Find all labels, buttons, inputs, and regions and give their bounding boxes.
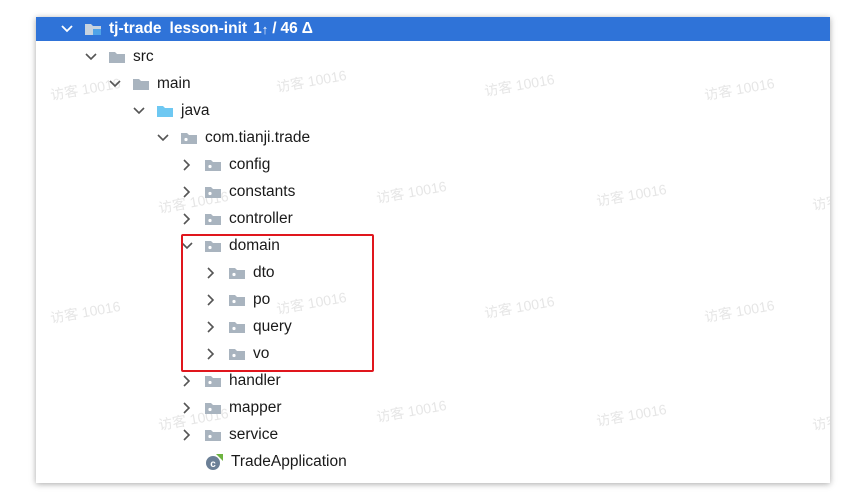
chevron-right-icon[interactable]: [180, 401, 194, 415]
package-icon: [204, 158, 222, 172]
tree-item-label: java: [181, 101, 210, 119]
chevron-right-icon[interactable]: [204, 266, 218, 280]
tree-item-label: TradeApplication: [231, 452, 347, 470]
package-icon: [228, 320, 246, 334]
tree-item-label: po: [253, 290, 271, 308]
package-icon: [204, 239, 222, 253]
folder-icon: [108, 50, 126, 64]
tree-item-label: controller: [229, 209, 293, 227]
tree-item-service[interactable]: service: [36, 421, 830, 448]
chevron-right-icon[interactable]: [180, 185, 194, 199]
package-icon: [204, 401, 222, 415]
project-tree-panel: 访客 10016 访客 10016 访客 10016 访客 10016 访客 1…: [36, 17, 830, 483]
chevron-right-icon[interactable]: [180, 374, 194, 388]
chevron-right-icon[interactable]: [180, 212, 194, 226]
folder-icon: [132, 77, 150, 91]
branch-name: lesson-init: [169, 20, 248, 37]
tree-item-label: dto: [253, 263, 275, 281]
chevron-right-icon[interactable]: [180, 158, 194, 172]
change-count: 46: [280, 20, 298, 37]
tree-item-mapper[interactable]: mapper: [36, 394, 830, 421]
source-folder-icon: [156, 104, 174, 118]
package-icon: [228, 347, 246, 361]
tree-item-controller[interactable]: controller: [36, 205, 830, 232]
tree-item-label: main: [157, 74, 191, 92]
chevron-down-icon[interactable]: [84, 50, 98, 64]
chevron-down-icon[interactable]: [180, 239, 194, 253]
delta-icon: Δ: [301, 20, 313, 37]
package-icon: [204, 185, 222, 199]
package-icon: [204, 374, 222, 388]
arrow-up-icon: ↑: [261, 21, 269, 37]
chevron-down-icon[interactable]: [132, 104, 146, 118]
tree-item-src[interactable]: src: [36, 43, 830, 70]
tree-item-vo[interactable]: vo: [36, 340, 830, 367]
chevron-down-icon[interactable]: [156, 131, 170, 145]
tree-item-label: domain: [229, 236, 280, 254]
module-folder-icon: [84, 22, 102, 36]
tree-item-main[interactable]: main: [36, 70, 830, 97]
svg-text:c: c: [210, 459, 216, 470]
tree-item-com-tianji-trade[interactable]: com.tianji.trade: [36, 124, 830, 151]
tree-item-label: com.tianji.trade: [205, 128, 311, 146]
tree-item-label: mapper: [229, 398, 282, 416]
tree-root-row[interactable]: tj-trade lesson-init 1 ↑ / 46 Δ: [36, 17, 830, 41]
chevron-right-icon[interactable]: [204, 293, 218, 307]
tree-item-query[interactable]: query: [36, 313, 830, 340]
tree-item-label: constants: [229, 182, 296, 200]
tree-item-label: query: [253, 317, 292, 335]
project-name: tj-trade: [109, 20, 162, 37]
chevron-right-icon[interactable]: [204, 347, 218, 361]
package-icon: [204, 212, 222, 226]
tree-item-domain[interactable]: domain: [36, 232, 830, 259]
tree-item-label: vo: [253, 344, 270, 362]
commits-ahead: 1: [253, 20, 262, 37]
package-icon: [228, 266, 246, 280]
tree-item-dto[interactable]: dto: [36, 259, 830, 286]
tree-item-label: config: [229, 155, 271, 173]
tree-item-label: service: [229, 425, 279, 443]
tree-item-trade-application[interactable]: c TradeApplication: [36, 448, 830, 475]
package-icon: [204, 428, 222, 442]
chevron-down-icon[interactable]: [108, 77, 122, 91]
tree-item-po[interactable]: po: [36, 286, 830, 313]
chevron-right-icon[interactable]: [180, 428, 194, 442]
chevron-right-icon[interactable]: [204, 320, 218, 334]
tree-item-constants[interactable]: constants: [36, 178, 830, 205]
tree-item-label: handler: [229, 371, 281, 389]
separator-slash: /: [272, 20, 277, 37]
chevron-down-icon[interactable]: [60, 22, 74, 36]
package-icon: [180, 131, 198, 145]
tree-item-label: src: [133, 47, 154, 65]
tree-item-java[interactable]: java: [36, 97, 830, 124]
package-icon: [228, 293, 246, 307]
tree-item-handler[interactable]: handler: [36, 367, 830, 394]
file-tree: tj-trade lesson-init 1 ↑ / 46 Δ src main…: [36, 17, 830, 475]
spring-class-icon: c: [204, 453, 224, 470]
tree-item-config[interactable]: config: [36, 151, 830, 178]
